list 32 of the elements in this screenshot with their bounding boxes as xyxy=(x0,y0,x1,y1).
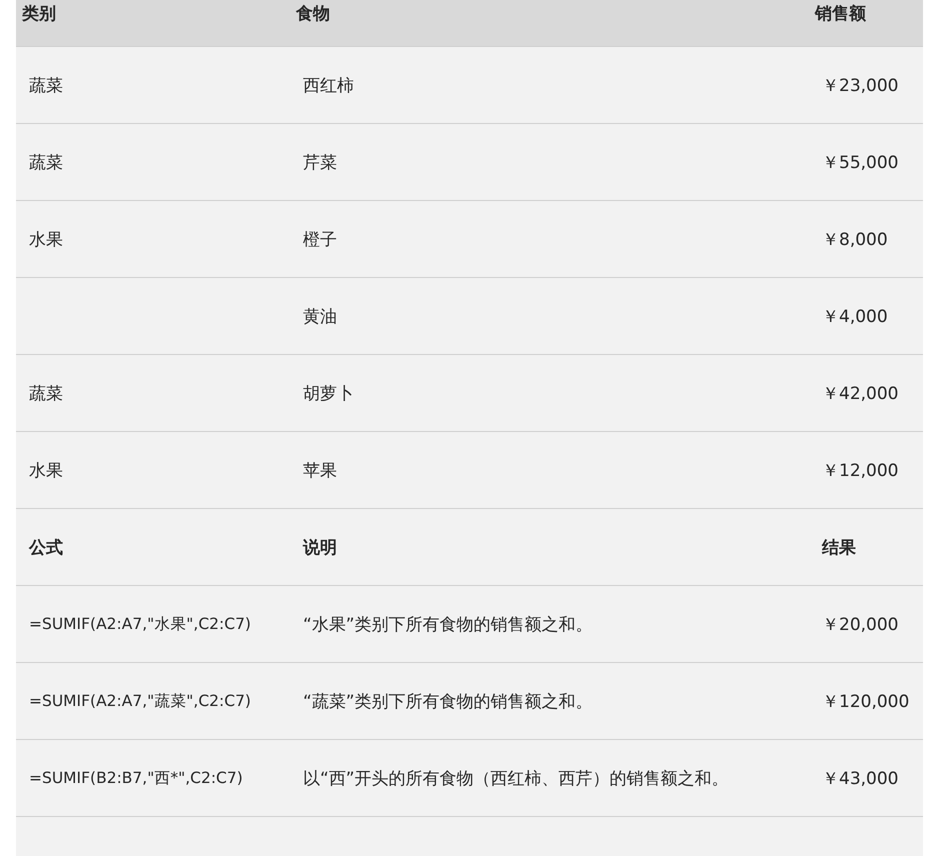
table-cell-text: ￥12,000 xyxy=(821,460,900,482)
table-cell-text: 水果 xyxy=(28,460,64,482)
table-cell-text: =SUMIF(A2:A7,"蔬菜",C2:C7) xyxy=(28,690,252,712)
column-header: 说明 xyxy=(302,536,338,558)
column-header: 销售额 xyxy=(814,3,867,25)
table-cell-text: ￥20,000 xyxy=(821,614,900,636)
table-cell-text: 橙子 xyxy=(302,228,338,250)
table-cell-text: “水果”类别下所有食物的销售额之和。 xyxy=(302,614,594,636)
column-header: 结果 xyxy=(820,536,857,558)
table-cell-text: “蔬菜”类别下所有食物的销售额之和。 xyxy=(302,690,594,712)
table-cell-text: ￥43,000 xyxy=(821,768,900,790)
table-cell-text: 苹果 xyxy=(302,460,338,482)
table-cell-text: 西红柿 xyxy=(302,74,355,96)
table-cell-text: ￥4,000 xyxy=(821,306,889,328)
table-cell-text: 胡萝卜 xyxy=(302,382,355,404)
column-header: 食物 xyxy=(294,3,331,25)
table-cell-text: =SUMIF(A2:A7,"水果",C2:C7) xyxy=(28,614,252,634)
table-cell-text: 芹菜 xyxy=(302,152,338,174)
table-cell-text: ￥55,000 xyxy=(821,152,900,174)
table-cell-text: 蔬菜 xyxy=(28,74,64,96)
table-cell-text: ￥42,000 xyxy=(821,382,900,404)
table-cell-text: 黄油 xyxy=(302,306,338,328)
table-cell-text: ￥120,000 xyxy=(821,690,910,712)
table-cell-text: 以“西”开头的所有食物（西红柿、西芹）的销售额之和。 xyxy=(302,768,730,790)
table-cell-text: 水果 xyxy=(28,228,64,250)
column-header: 公式 xyxy=(28,536,64,558)
column-header: 类别 xyxy=(20,3,57,25)
table-cell-text: =SUMIF(B2:B7,"西*",C2:C7) xyxy=(28,768,244,788)
table-cell-text: 蔬菜 xyxy=(28,382,64,404)
table-cell-text: 蔬菜 xyxy=(28,152,64,174)
table-cell-text: ￥23,000 xyxy=(821,74,900,96)
table-cell-text: ￥8,000 xyxy=(821,228,889,250)
